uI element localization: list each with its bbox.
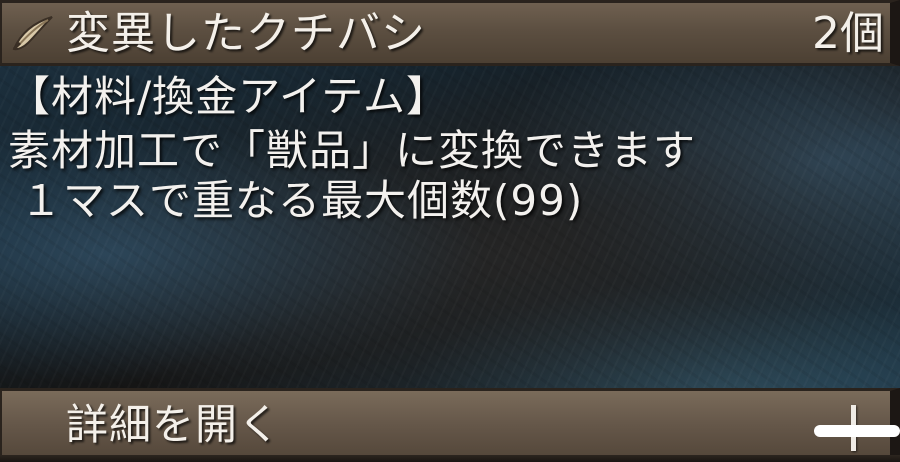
item-category: 【材料/換金アイテム】 [8, 72, 449, 121]
item-tooltip: 変異したクチバシ 2個 【材料/換金アイテム】 素材加工で「獣品」に変換できます… [0, 0, 900, 462]
details-button[interactable]: 詳細を開く [0, 388, 900, 462]
description-line-stack: １マスで重なる最大個数(99) [20, 176, 584, 225]
item-count: 2個 [812, 8, 884, 59]
beak-icon [12, 16, 53, 51]
details-label: 詳細を開く [66, 400, 282, 449]
bottom-edge [0, 455, 900, 462]
home-indicator[interactable] [814, 425, 900, 437]
item-description: 【材料/換金アイテム】 素材加工で「獣品」に変換できます １マスで重なる最大個数… [8, 70, 888, 230]
description-line-conversion: 素材加工で「獣品」に変換できます [8, 126, 697, 175]
item-header: 変異したクチバシ 2個 [0, 0, 900, 66]
item-name: 変異したクチバシ [66, 8, 426, 59]
